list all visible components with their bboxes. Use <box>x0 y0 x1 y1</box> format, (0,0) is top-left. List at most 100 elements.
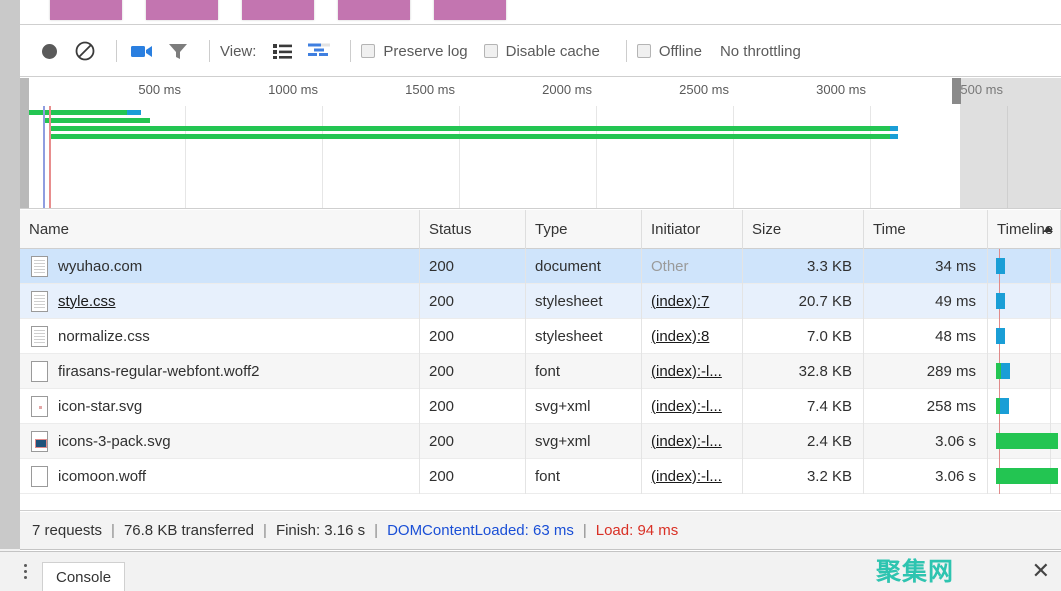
cell-status: 200 <box>420 354 526 389</box>
waterfall-view-icon <box>306 42 332 60</box>
preserve-log-label: Preserve log <box>383 43 467 60</box>
cell-initiator-text: (index):-l... <box>651 363 722 380</box>
cell-type-text: font <box>535 363 560 380</box>
filmstrip-frame[interactable] <box>338 0 410 20</box>
toolbar-divider-4 <box>626 40 627 62</box>
cell-time-text: 3.06 s <box>935 468 976 485</box>
tab-console[interactable]: Console <box>42 562 125 591</box>
cell-initiator[interactable]: (index):7 <box>642 284 743 319</box>
cell-initiator[interactable]: (index):8 <box>642 319 743 354</box>
preserve-log-checkbox[interactable]: Preserve log <box>361 43 467 60</box>
record-button[interactable] <box>34 36 64 66</box>
timeline-tick-label: 500 ms <box>138 82 185 97</box>
cell-status-text: 200 <box>429 433 454 450</box>
request-name[interactable]: style.css <box>58 284 116 319</box>
requests-table-body[interactable]: wyuhao.com200documentOther3.3 KB34 mssty… <box>20 249 1061 511</box>
column-header-size[interactable]: Size <box>743 210 864 249</box>
cell-type-text: stylesheet <box>535 328 603 345</box>
cell-timeline <box>988 354 1061 389</box>
cell-initiator[interactable]: (index):-l... <box>642 354 743 389</box>
cell-timeline <box>988 284 1061 319</box>
cell-type: svg+xml <box>526 389 642 424</box>
table-row[interactable]: normalize.css200stylesheet(index):87.0 K… <box>20 319 1061 354</box>
font-icon <box>31 466 48 487</box>
cell-status: 200 <box>420 389 526 424</box>
network-overview[interactable]: 500 ms1000 ms1500 ms2000 ms2500 ms3000 m… <box>20 78 1061 209</box>
cell-status: 200 <box>420 249 526 284</box>
filmstrip-frame[interactable] <box>146 0 218 20</box>
filmstrip-frame[interactable] <box>242 0 314 20</box>
more-options-button[interactable] <box>8 552 42 591</box>
cell-type-text: font <box>535 468 560 485</box>
column-header-time[interactable]: Time <box>864 210 988 249</box>
image-icon-small <box>31 396 48 417</box>
table-row[interactable]: icons-3-pack.svg 200 svg+xml (index):-l...2… <box>20 424 1061 459</box>
timeline-tick-label: 1500 ms <box>405 82 459 97</box>
cell-initiator[interactable]: (index):-l... <box>642 459 743 494</box>
table-row[interactable]: style.css200stylesheet(index):720.7 KB49… <box>20 284 1061 319</box>
view-list-button[interactable] <box>268 36 298 66</box>
filmstrip-frame[interactable] <box>50 0 122 20</box>
filter-button[interactable] <box>163 36 193 66</box>
overview-request-bar <box>25 110 127 115</box>
column-header-type[interactable]: Type <box>526 210 642 249</box>
cell-name: style.css <box>20 284 420 319</box>
timeline-gridline <box>185 106 186 208</box>
capture-screenshots-button[interactable] <box>127 36 157 66</box>
overview-left-handle[interactable] <box>20 78 29 208</box>
overview-right-handle[interactable] <box>952 78 961 104</box>
table-row[interactable]: firasans-regular-webfont.woff2 200 font (in… <box>20 354 1061 389</box>
throttling-select[interactable]: No throttling <box>720 43 801 60</box>
request-name: icomoon.woff <box>58 459 146 494</box>
waterfall-bar-download <box>996 258 1005 274</box>
checkbox-icon <box>637 44 651 58</box>
request-name: icon-star.svg <box>58 389 142 424</box>
timeline-tick-label: 2000 ms <box>542 82 596 97</box>
left-gutter-fill <box>0 0 20 549</box>
cell-size: 3.2 KB <box>743 459 864 494</box>
cell-size-text: 32.8 KB <box>799 363 852 380</box>
view-waterfall-button[interactable] <box>304 36 334 66</box>
cell-size-text: 3.2 KB <box>807 468 852 485</box>
timeline-tick-label: 1000 ms <box>268 82 322 97</box>
cell-type: stylesheet <box>526 284 642 319</box>
close-icon[interactable]: ✕ <box>1032 560 1050 582</box>
cell-initiator-text: (index):8 <box>651 328 709 345</box>
cell-initiator[interactable]: (index):-l... <box>642 389 743 424</box>
table-row[interactable]: icon-star.svg200svg+xml(index):-l...7.4 … <box>20 389 1061 424</box>
overview-dimmed-region <box>960 78 1061 208</box>
table-row[interactable]: icomoon.woff200font(index):-l...3.2 KB3.… <box>20 459 1061 494</box>
offline-checkbox[interactable]: Offline <box>637 43 702 60</box>
summary-domcontentloaded: DOMContentLoaded: 63 ms <box>387 522 574 539</box>
cell-status-text: 200 <box>429 363 454 380</box>
timeline-tick-label: 2500 ms <box>679 82 733 97</box>
column-header-name[interactable]: Name <box>20 210 420 249</box>
filmstrip-frame[interactable] <box>434 0 506 20</box>
clear-button[interactable] <box>70 36 100 66</box>
cell-name: normalize.css <box>20 319 420 354</box>
column-header-initiator[interactable]: Initiator <box>642 210 743 249</box>
timeline-gridline <box>1050 249 1051 284</box>
stylesheet-icon <box>31 291 48 312</box>
filmstrip[interactable] <box>20 0 1061 25</box>
cell-status-text: 200 <box>429 398 454 415</box>
overview-request-bar <box>50 126 890 131</box>
cell-time-text: 3.06 s <box>935 433 976 450</box>
table-row[interactable]: wyuhao.com200documentOther3.3 KB34 ms <box>20 249 1061 284</box>
cell-initiator[interactable]: (index):-l... <box>642 424 743 459</box>
disable-cache-checkbox[interactable]: Disable cache <box>484 43 600 60</box>
cell-type: document <box>526 249 642 284</box>
summary-sep: | <box>263 522 267 539</box>
cell-size: 2.4 KB <box>743 424 864 459</box>
offline-label: Offline <box>659 43 702 60</box>
network-toolbar: View: Preserve log <box>20 26 1061 77</box>
waterfall-bar-download <box>996 293 1005 309</box>
cell-time-text: 289 ms <box>927 363 976 380</box>
request-name: icons-3-pack.svg <box>58 424 171 459</box>
overview-request-bar-tail <box>890 126 898 131</box>
cell-type-text: svg+xml <box>535 433 590 450</box>
cell-timeline <box>988 459 1061 494</box>
column-header-status[interactable]: Status <box>420 210 526 249</box>
cell-time-text: 34 ms <box>935 258 976 275</box>
cell-name: firasans-regular-webfont.woff2 <box>20 354 420 389</box>
